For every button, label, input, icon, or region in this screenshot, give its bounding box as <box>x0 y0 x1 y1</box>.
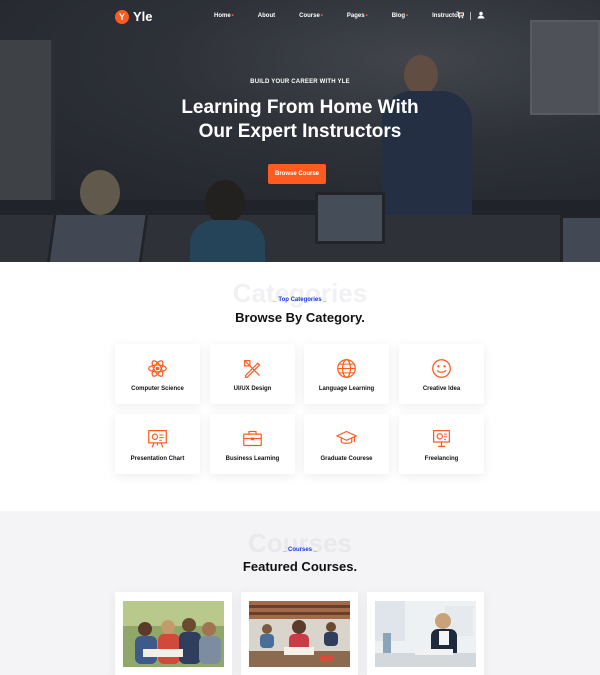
course-thumbnail-library[interactable] <box>249 601 350 667</box>
logo-text: Yle <box>133 9 153 24</box>
courses-ghost-heading: Courses <box>247 528 353 558</box>
globe-icon <box>337 359 356 378</box>
design-tools-icon <box>244 360 261 378</box>
category-card-language-learning[interactable]: Language Learning <box>304 344 389 404</box>
brand-logo[interactable]: Y Yle <box>115 9 153 24</box>
course-thumbnail-office[interactable] <box>375 601 476 667</box>
category-card-computer-science[interactable]: Computer Science <box>115 344 200 404</box>
hero-section: Y Yle Home• About Course• Pages• Blog• I… <box>0 0 600 262</box>
presentation-icon <box>148 430 167 448</box>
board-icon <box>433 430 450 447</box>
category-label: Freelancing <box>424 456 459 462</box>
menu-item-course[interactable]: Course• <box>299 13 323 19</box>
main-menu: Home• About Course• Pages• Blog• Instruc… <box>214 13 463 19</box>
menu-item-home[interactable]: Home• <box>214 13 234 19</box>
atom-icon <box>148 360 167 377</box>
nav-divider <box>470 12 471 20</box>
category-label: Language Learning <box>318 386 375 392</box>
category-card-ui-ux-design[interactable]: UI/UX Design <box>210 344 295 404</box>
top-navigation: Y Yle Home• About Course• Pages• Blog• I… <box>0 0 600 36</box>
browse-course-button[interactable]: Browse Course <box>268 164 326 184</box>
menu-item-blog[interactable]: Blog• <box>392 13 408 19</box>
category-label: Presentation Chart <box>130 456 185 462</box>
categories-title: Browse By Category. <box>235 310 365 325</box>
courses-title: Featured Courses. <box>242 559 358 574</box>
dropdown-dot-icon: • <box>406 13 409 19</box>
course-thumbnail-students-group[interactable] <box>123 601 224 667</box>
graduation-cap-icon <box>336 430 357 444</box>
category-card-creative-idea[interactable]: Creative Idea <box>399 344 484 404</box>
category-label: UI/UX Design <box>233 386 272 392</box>
dropdown-dot-icon: • <box>231 13 234 19</box>
courses-tag: _ Courses _ <box>282 547 318 553</box>
category-label: Graduate Courese <box>320 456 373 462</box>
category-label: Creative Idea <box>422 386 461 392</box>
logo-mark-icon: Y <box>115 9 129 24</box>
category-card-presentation-chart[interactable]: Presentation Chart <box>115 414 200 474</box>
category-card-freelancing[interactable]: Freelancing <box>399 414 484 474</box>
category-label: Business Learning <box>225 456 280 462</box>
course-card[interactable] <box>241 592 358 675</box>
cart-icon[interactable] <box>456 11 465 21</box>
dropdown-dot-icon: • <box>320 13 323 19</box>
categories-tag: _ Top Categories _ <box>273 297 327 303</box>
category-label: Computer Science <box>131 386 184 392</box>
course-card[interactable] <box>115 592 232 675</box>
smile-icon <box>432 359 451 378</box>
hero-kicker: BUILD YOUR CAREER WITH YLE <box>250 79 350 85</box>
hero-title: Learning From Home With Our Expert Instru… <box>181 97 419 142</box>
course-card[interactable] <box>367 592 484 675</box>
user-icon[interactable] <box>477 11 485 21</box>
category-card-business-learning[interactable]: Business Learning <box>210 414 295 474</box>
nav-icons <box>456 11 485 21</box>
categories-ghost-heading: Categories <box>232 278 368 308</box>
category-card-graduate-course[interactable]: Graduate Courese <box>304 414 389 474</box>
menu-item-pages[interactable]: Pages• <box>347 13 368 19</box>
dropdown-dot-icon: • <box>365 13 368 19</box>
menu-item-about[interactable]: About <box>258 13 275 19</box>
briefcase-icon <box>243 430 262 447</box>
